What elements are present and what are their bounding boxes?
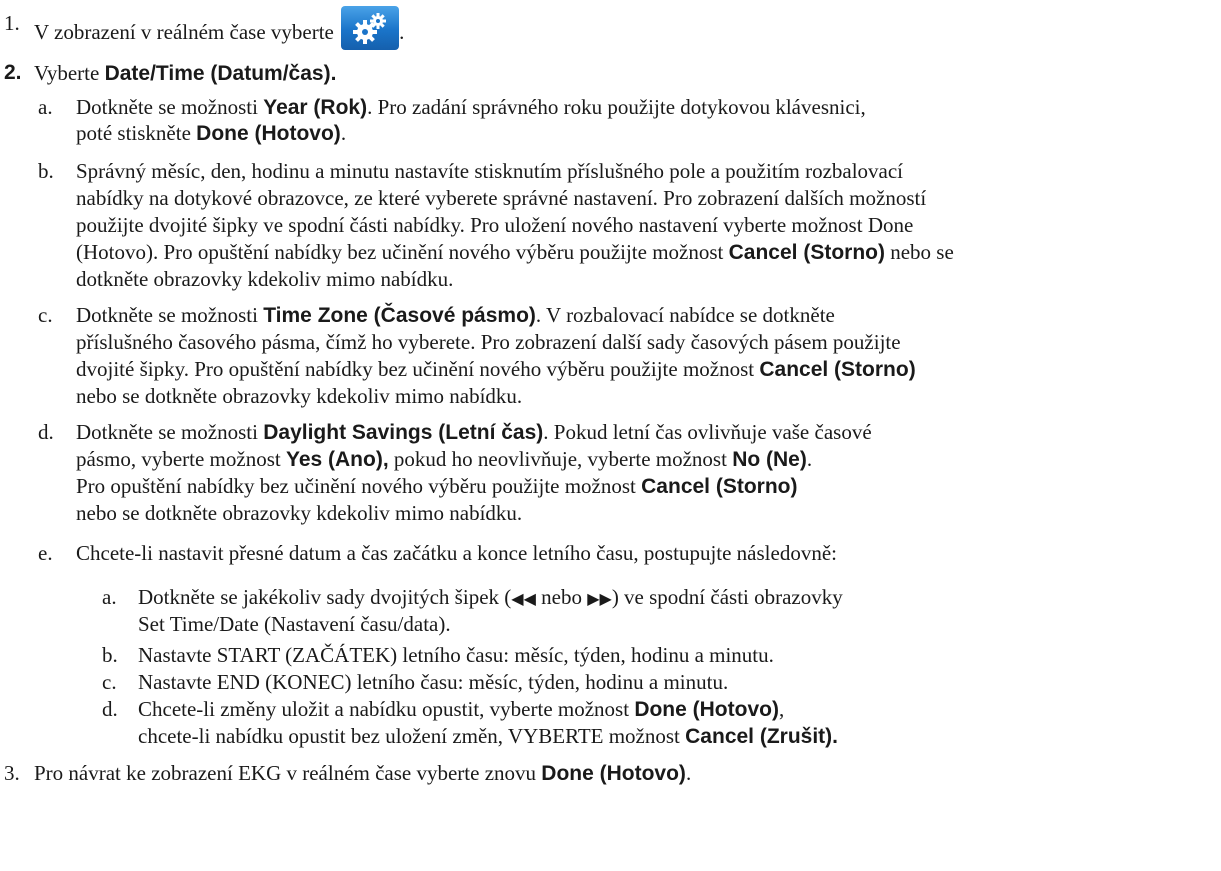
step-2e-text: Chcete-li nastavit přesné datum a čas za… <box>76 541 837 565</box>
step-2d-line-2: pásmo, vyberte možnost Yes (Ano), pokud … <box>76 446 812 473</box>
step-2a-bold: Year (Rok) <box>263 96 368 119</box>
step-2b-bold: Cancel (Storno) <box>728 241 885 264</box>
text: (Hotovo). Pro opuštění nabídky bez učině… <box>76 240 729 264</box>
step-2a-number: a. <box>38 95 53 119</box>
step-2c-line-4: nebo se dotkněte obrazovky kdekoliv mimo… <box>76 384 523 408</box>
step-2e-a-number: a. <box>102 585 117 609</box>
step-2e-d-bold: Done (Hotovo) <box>634 698 779 721</box>
step-2e-d-bold-2: Cancel (Zrušit). <box>685 725 838 748</box>
step-2b-line-3: použijte dvojité šipky ve spodní části n… <box>76 213 914 237</box>
step-3-number: 3. <box>4 761 20 785</box>
step-2b-number: b. <box>38 159 54 183</box>
text: . <box>806 447 813 471</box>
step-2a-line-1: Dotkněte se možnosti Year (Rok). Pro zad… <box>76 94 866 121</box>
step-1-number: 1. <box>4 11 20 35</box>
step-3-text: Pro návrat ke zobrazení EKG v reálném ča… <box>34 760 691 787</box>
double-left-arrow-icon: ◀◀ <box>511 589 536 608</box>
step-2-text: Vyberte Date/Time (Datum/čas). <box>34 60 336 87</box>
step-2b-line-1: Správný měsíc, den, hodinu a minutu nast… <box>76 159 904 183</box>
step-2b-line-4: (Hotovo). Pro opuštění nabídky bez učině… <box>76 239 954 266</box>
step-2a-line-2: poté stiskněte Done (Hotovo). <box>76 120 346 147</box>
step-2e-a-line-1: Dotkněte se jakékoliv sady dvojitých šip… <box>138 584 843 612</box>
step-2c-bold: Time Zone (Časové pásmo) <box>263 304 536 327</box>
text: dvojité šipky. Pro opuštění nabídky bez … <box>76 357 760 381</box>
step-2e-number: e. <box>38 541 53 565</box>
step-2e-d-number: d. <box>102 697 118 721</box>
text: poté stiskněte <box>76 121 197 145</box>
step-1-text: V zobrazení v reálném čase vyberte . <box>34 6 404 50</box>
step-2d-number: d. <box>38 420 54 444</box>
double-right-arrow-icon: ▶▶ <box>587 589 612 608</box>
text: nebo se <box>884 240 954 264</box>
step-2e-c-text: Nastavte END (KONEC) letního času: měsíc… <box>138 670 729 694</box>
step-2d-line-3: Pro opuštění nabídky bez učinění nového … <box>76 473 797 500</box>
text: . V rozbalovací nabídce se dotkněte <box>535 303 835 327</box>
instruction-document: 1. V zobrazení v reálném čase vyberte . … <box>0 0 1221 871</box>
text: . Pro zadání správného roku použijte dot… <box>367 95 866 119</box>
step-2c-number: c. <box>38 303 53 327</box>
step-2e-d-line-2: chcete-li nabídku opustit bez uložení zm… <box>138 723 838 750</box>
step-2e-c-number: c. <box>102 670 117 694</box>
step-2-label: Vyberte <box>34 61 105 85</box>
step-2e-d-line-1: Chcete-li změny uložit a nabídku opustit… <box>138 696 784 723</box>
step-2c-bold-2: Cancel (Storno) <box>759 358 916 381</box>
text: , <box>778 697 785 721</box>
step-2d-bold: Daylight Savings (Letní čas) <box>263 421 544 444</box>
text: chcete-li nabídku opustit bez uložení zm… <box>138 724 686 748</box>
step-2c-line-2: příslušného časového pásma, čímž ho vybe… <box>76 330 901 354</box>
text: . <box>685 761 692 785</box>
step-2-bold: Date/Time (Datum/čas). <box>104 62 337 85</box>
step-2b-line-2: nabídky na dotykové obrazovce, ze které … <box>76 186 927 210</box>
text: Dotkněte se možnosti <box>76 303 264 327</box>
step-2a-bold-2: Done (Hotovo) <box>196 122 341 145</box>
step-2d-bold-2: Cancel (Storno) <box>641 475 798 498</box>
text: Dotkněte se jakékoliv sady dvojitých šip… <box>138 585 512 609</box>
text: Pro návrat ke zobrazení EKG v reálném ča… <box>34 761 542 785</box>
step-2d-no: No (Ne) <box>732 448 807 471</box>
text: Chcete-li změny uložit a nabídku opustit… <box>138 697 635 721</box>
text: pásmo, vyberte možnost <box>76 447 286 471</box>
text: nebo <box>535 585 588 609</box>
text: Dotkněte se možnosti <box>76 420 264 444</box>
text: pokud ho neovlivňuje, vyberte možnost <box>388 447 733 471</box>
step-3-bold: Done (Hotovo) <box>541 762 686 785</box>
step-2c-line-3: dvojité šipky. Pro opuštění nabídky bez … <box>76 356 916 383</box>
text: Dotkněte se možnosti <box>76 95 264 119</box>
text: . Pokud letní čas ovlivňuje vaše časové <box>543 420 872 444</box>
step-2e-b-text: Nastavte START (ZAČÁTEK) letního času: m… <box>138 643 774 667</box>
step-2c-line-1: Dotkněte se možnosti Time Zone (Časové p… <box>76 302 835 329</box>
settings-gears-icon <box>341 6 400 50</box>
text: ) ve spodní části obrazovky <box>611 585 843 609</box>
text: Pro opuštění nabídky bez učinění nového … <box>76 474 642 498</box>
step-1-label: V zobrazení v reálném čase vyberte <box>34 20 334 44</box>
text: . <box>340 121 347 145</box>
step-2e-a-line-2: Set Time/Date (Nastavení času/data). <box>138 612 451 636</box>
step-2-number: 2. <box>4 61 22 84</box>
step-2b-line-5: dotkněte obrazovky kdekoliv mimo nabídku… <box>76 267 454 291</box>
step-2d-line-1: Dotkněte se možnosti Daylight Savings (L… <box>76 419 872 446</box>
step-2d-line-4: nebo se dotkněte obrazovky kdekoliv mimo… <box>76 501 523 525</box>
step-2e-b-number: b. <box>102 643 118 667</box>
step-2d-yes: Yes (Ano), <box>285 448 389 471</box>
step-1-end: . <box>399 20 405 44</box>
